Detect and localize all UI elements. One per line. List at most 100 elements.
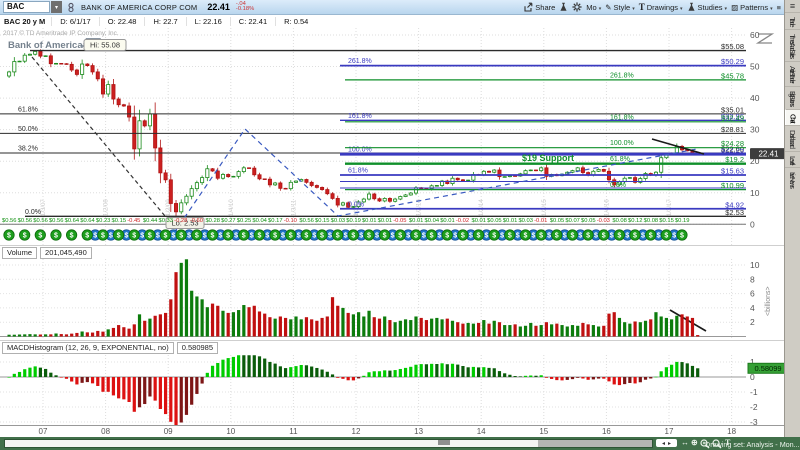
scroll-right-icon[interactable]: ▸ [668, 440, 671, 447]
svg-text:0.0%: 0.0% [610, 182, 626, 189]
tab-strip-menu-icon[interactable]: ≡ [785, 0, 800, 12]
macd-study-label[interactable]: MACDHistogram (12, 26, 9, EXPONENTIAL, n… [2, 342, 174, 354]
svg-text:4: 4 [750, 303, 755, 313]
svg-text:$: $ [117, 233, 121, 240]
svg-text:-0.28: -0.28 [174, 218, 187, 224]
svg-text:<billions>: <billions> [765, 286, 772, 316]
svg-text:$0.07: $0.07 [565, 218, 580, 224]
svg-text:1/2/08: 1/2/08 [104, 199, 110, 216]
chart-scrollbar-track-hidden-range[interactable] [538, 439, 653, 448]
scroll-nav-buttons[interactable]: ◂ ▸ [656, 439, 677, 447]
svg-text:$0.19: $0.19 [346, 218, 361, 224]
style-button[interactable]: ✎ Style ▾ [605, 3, 635, 12]
side-tab-level-ii[interactable]: Level II [785, 151, 800, 167]
svg-text:$: $ [445, 233, 449, 240]
svg-text:2: 2 [750, 317, 755, 327]
event-icons: $$$$$$$$$$$$$$$$$$$$$$$$$$$$$$$$$$$$$$$$… [4, 230, 687, 240]
chart-scrollbar-track[interactable] [4, 439, 539, 448]
svg-text:$0.64: $0.64 [80, 218, 95, 224]
svg-text:1/3/11: 1/3/11 [291, 199, 297, 216]
scroll-left-icon[interactable]: ◂ [662, 440, 665, 447]
svg-text:$: $ [226, 233, 230, 240]
link-gadget-icon[interactable] [67, 2, 75, 13]
svg-text:$28.81: $28.81 [721, 125, 744, 134]
toolbar-menu-button[interactable]: ≡ [777, 3, 781, 12]
last-price: 22.41 [207, 2, 230, 12]
symbol-dropdown-button[interactable]: ▾ [51, 1, 62, 13]
quote-row: BAC 20 y M D: 6/1/17O: 22.48H: 22.7L: 22… [0, 15, 785, 29]
svg-text:50.0%: 50.0% [18, 126, 38, 133]
symbol-input[interactable]: BAC [3, 1, 50, 13]
status-bar: ◂ ▸ ↔ ⊕ Q Drawing set: Analysis - Mon...… [0, 437, 800, 450]
svg-text:$0.08: $0.08 [644, 218, 659, 224]
side-tab-times-and-sales[interactable]: Times And Sales [785, 29, 800, 61]
svg-text:$: $ [359, 233, 363, 240]
svg-text:$: $ [367, 233, 371, 240]
svg-text:61.8%: 61.8% [348, 167, 368, 174]
macd-pane-header: MACDHistogram (12, 26, 9, EXPONENTIAL, n… [0, 340, 785, 354]
chevron-down-icon: ▾ [770, 6, 773, 12]
svg-text:1/3/17: 1/3/17 [667, 199, 673, 216]
text-tool-icon[interactable]: T [725, 438, 730, 447]
svg-text:-0.45: -0.45 [127, 218, 140, 224]
last-price-tag: 22.41 [750, 148, 785, 159]
svg-text:$: $ [453, 233, 457, 240]
mode-button[interactable]: Mo ▾ [586, 3, 601, 12]
svg-text:-0.60: -0.60 [190, 218, 203, 224]
svg-text:$0.15: $0.15 [315, 218, 330, 224]
svg-text:$: $ [516, 233, 520, 240]
zoom-out-icon[interactable] [712, 439, 722, 449]
side-tab-big-buttons[interactable]: Big Buttons [785, 86, 800, 109]
ohlc-cell: C: 22.41 [230, 17, 275, 26]
year-label: 16 [596, 427, 616, 436]
svg-text:$: $ [297, 233, 301, 240]
svg-text:$0.05: $0.05 [550, 218, 565, 224]
zoom-in-icon[interactable] [700, 439, 710, 449]
quick-study-button[interactable] [559, 2, 568, 12]
svg-text:60: 60 [750, 30, 760, 40]
svg-text:$: $ [242, 233, 246, 240]
svg-text:$0.03: $0.03 [518, 218, 533, 224]
svg-text:$: $ [179, 233, 183, 240]
svg-text:50: 50 [750, 62, 760, 72]
svg-text:$: $ [672, 233, 676, 240]
drawings-button[interactable]: T Drawings ▾ [639, 2, 683, 12]
svg-text:$: $ [602, 233, 606, 240]
svg-text:$: $ [7, 233, 11, 240]
share-icon [523, 2, 533, 12]
svg-text:8: 8 [750, 274, 755, 284]
svg-text:$: $ [320, 233, 324, 240]
svg-text:10: 10 [750, 260, 760, 270]
svg-text:$0.64: $0.64 [65, 218, 80, 224]
chart-scrollbar-thumb[interactable] [438, 440, 450, 445]
svg-text:-0.02: -0.02 [456, 218, 469, 224]
svg-text:$: $ [680, 233, 684, 240]
side-tab-live-news[interactable]: Live News [785, 167, 800, 191]
svg-text:161.8%: 161.8% [348, 113, 372, 120]
share-button[interactable]: Share [523, 2, 555, 12]
svg-text:261.8%: 261.8% [348, 58, 372, 65]
svg-text:$0.01: $0.01 [472, 218, 487, 224]
svg-text:$: $ [70, 233, 74, 240]
studies-label: Studies [698, 3, 723, 12]
reset-zoom-icon[interactable]: ⊕ [691, 438, 698, 447]
side-tab-chart[interactable]: Chart [785, 109, 800, 125]
side-tab-trade[interactable]: Trade [785, 12, 800, 29]
side-tab-active-trader[interactable]: Active Trader [785, 61, 800, 86]
patterns-button[interactable]: ▨ Patterns ▾ [731, 3, 773, 12]
svg-text:-1: -1 [750, 387, 758, 397]
svg-text:$0.01: $0.01 [440, 218, 455, 224]
pan-tool-icon[interactable]: ↔ [681, 438, 689, 447]
studies-button[interactable]: Studies ▾ [687, 2, 728, 12]
svg-text:$0.15: $0.15 [659, 218, 674, 224]
chart-canvas[interactable]: 1/3/071/2/081/2/091/4/101/3/111/3/121/2/… [0, 28, 785, 425]
volume-study-label[interactable]: Volume [2, 247, 37, 259]
svg-text:$: $ [23, 233, 27, 240]
flask-icon [559, 2, 568, 12]
svg-text:$: $ [422, 233, 426, 240]
svg-text:$: $ [351, 233, 355, 240]
year-label: 17 [659, 427, 679, 436]
side-tab-dashboard[interactable]: Dashboard [785, 125, 800, 151]
settings-button[interactable] [572, 2, 582, 12]
svg-text:$: $ [148, 233, 152, 240]
